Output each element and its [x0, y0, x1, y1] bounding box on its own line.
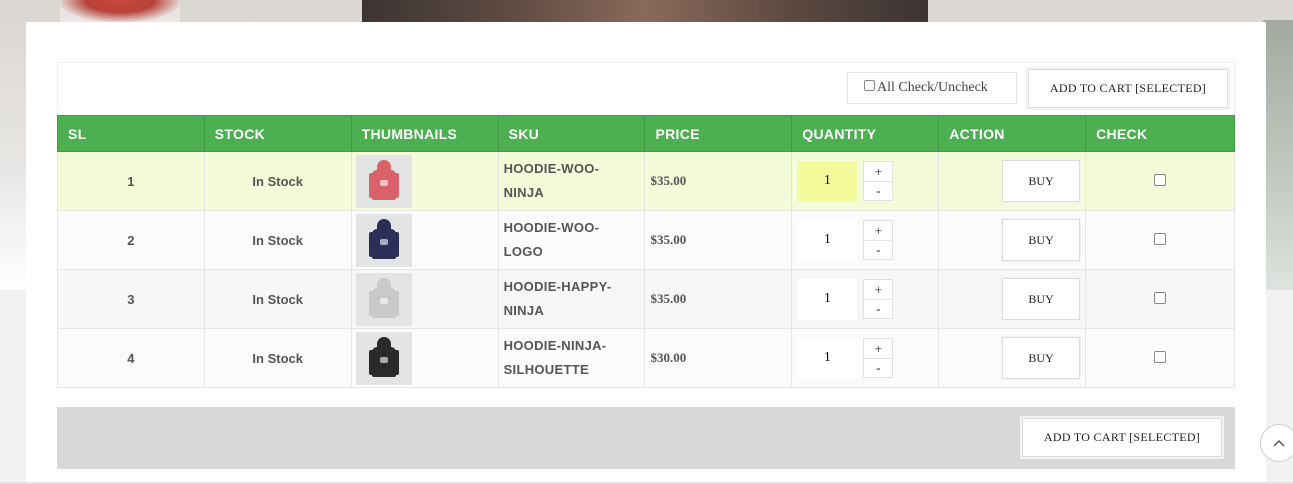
header-action: ACTION: [938, 115, 1087, 152]
sku-text-line-1: HOODIE-HAPPY-: [503, 279, 612, 294]
cell-check: [1085, 151, 1235, 211]
product-thumbnail[interactable]: [355, 154, 412, 208]
cell-sl: 2: [57, 210, 205, 270]
quantity-input[interactable]: 1: [797, 337, 858, 379]
cell-sku: HOODIE-HAPPY- NINJA: [497, 269, 646, 329]
quantity-stepper: + -: [863, 220, 894, 260]
quantity-increase-button[interactable]: +: [864, 162, 892, 181]
sku-text-line-1: HOODIE-NINJA-: [503, 338, 607, 353]
cell-thumbnail: [350, 269, 499, 329]
hero-image-plant: [1263, 20, 1293, 290]
product-table: SL STOCK THUMBNAILS SKU PRICE QUANTITY A…: [57, 115, 1235, 388]
cell-stock-status: In Stock: [203, 328, 352, 388]
cell-stock-status: In Stock: [203, 151, 352, 211]
quantity-stepper: + -: [863, 161, 894, 201]
product-table-panel: All Check/Uncheck ADD TO CART [SELECTED]…: [26, 22, 1266, 484]
cell-thumbnail: [350, 328, 499, 388]
cell-quantity: 1 + -: [791, 151, 940, 211]
cell-quantity: 1 + -: [791, 328, 940, 388]
cell-action: BUY: [938, 328, 1087, 388]
table-row: 4 In Stock HOODIE-NINJA- SILHOUETTE $30.…: [57, 328, 1235, 388]
table-row: 2 In Stock HOODIE-WOO- LOGO $35.00 1 + -: [57, 210, 1235, 270]
cell-action: BUY: [938, 151, 1087, 211]
scroll-to-top-button[interactable]: [1260, 424, 1293, 462]
sku-text-line-1: HOODIE-WOO-: [503, 161, 600, 176]
add-to-cart-selected-button-bottom[interactable]: ADD TO CART [SELECTED]: [1022, 418, 1222, 457]
hero-image-lips: [60, 0, 180, 22]
cell-stock-status: In Stock: [203, 269, 352, 329]
hoodie-icon: [368, 219, 399, 261]
sku-text-line-2: NINJA: [503, 185, 545, 200]
header-stock: STOCK: [203, 115, 352, 152]
hero-image: [362, 0, 928, 22]
chevron-up-icon: [1273, 439, 1285, 447]
quantity-decrease-button[interactable]: -: [864, 299, 893, 318]
cell-quantity: 1 + -: [791, 269, 940, 329]
hoodie-icon: [368, 160, 399, 202]
cell-price: $30.00: [644, 328, 793, 388]
cell-check: [1085, 328, 1235, 388]
header-check: CHECK: [1085, 115, 1235, 152]
hoodie-icon: [368, 337, 399, 379]
cell-sl: 1: [57, 151, 205, 211]
cell-action: BUY: [938, 210, 1087, 270]
table-header-row: SL STOCK THUMBNAILS SKU PRICE QUANTITY A…: [57, 115, 1235, 152]
quantity-input[interactable]: 1: [797, 160, 858, 202]
cell-sku: HOODIE-WOO- LOGO: [497, 210, 646, 270]
row-select-checkbox[interactable]: [1154, 350, 1167, 363]
cell-stock-status: In Stock: [203, 210, 352, 270]
row-select-checkbox[interactable]: [1154, 173, 1167, 186]
quantity-increase-button[interactable]: +: [864, 339, 892, 358]
cell-price: $35.00: [644, 269, 793, 329]
check-all-toggle[interactable]: All Check/Uncheck: [847, 72, 1017, 104]
cell-price: $35.00: [644, 151, 793, 211]
add-to-cart-selected-button-top[interactable]: ADD TO CART [SELECTED]: [1028, 69, 1228, 108]
quantity-input[interactable]: 1: [797, 219, 858, 261]
cell-thumbnail: [350, 151, 499, 211]
header-sl: SL: [57, 115, 205, 152]
buy-button[interactable]: BUY: [1002, 219, 1081, 261]
quantity-stepper: + -: [863, 279, 894, 319]
cell-thumbnail: [350, 210, 499, 270]
check-all-label: All Check/Uncheck: [877, 80, 988, 95]
cell-action: BUY: [938, 269, 1087, 329]
cell-sku: HOODIE-WOO- NINJA: [497, 151, 646, 211]
row-select-checkbox[interactable]: [1154, 232, 1167, 245]
table-row: 1 In Stock HOODIE-WOO- NINJA $35.00 1 + …: [57, 151, 1235, 211]
cell-price: $35.00: [644, 210, 793, 270]
cell-sl: 3: [57, 269, 205, 329]
cell-sl: 4: [57, 328, 205, 388]
table-row: 3 In Stock HOODIE-HAPPY- NINJA $35.00 1 …: [57, 269, 1235, 329]
header-thumbnails: THUMBNAILS: [350, 115, 499, 152]
header-quantity: QUANTITY: [791, 115, 940, 152]
quantity-stepper: + -: [863, 338, 894, 378]
sku-text-line-2: SILHOUETTE: [503, 362, 589, 377]
quantity-increase-button[interactable]: +: [864, 221, 892, 240]
product-thumbnail[interactable]: [355, 272, 412, 326]
quantity-decrease-button[interactable]: -: [864, 358, 893, 377]
product-thumbnail[interactable]: [355, 331, 412, 385]
quantity-decrease-button[interactable]: -: [864, 240, 893, 259]
quantity-decrease-button[interactable]: -: [864, 181, 893, 200]
sku-text-line-1: HOODIE-WOO-: [503, 220, 600, 235]
buy-button[interactable]: BUY: [1002, 278, 1081, 320]
hoodie-icon: [368, 278, 399, 320]
sku-text-line-2: NINJA: [503, 303, 545, 318]
cell-check: [1085, 269, 1235, 329]
header-sku: SKU: [497, 115, 646, 152]
sku-text-line-2: LOGO: [503, 244, 544, 259]
cell-sku: HOODIE-NINJA- SILHOUETTE: [497, 328, 646, 388]
product-thumbnail[interactable]: [355, 213, 412, 267]
quantity-input[interactable]: 1: [797, 278, 858, 320]
buy-button[interactable]: BUY: [1002, 160, 1081, 202]
quantity-increase-button[interactable]: +: [864, 280, 892, 299]
check-all-checkbox[interactable]: [864, 79, 875, 91]
cell-quantity: 1 + -: [791, 210, 940, 270]
header-price: PRICE: [644, 115, 793, 152]
buy-button[interactable]: BUY: [1002, 337, 1081, 379]
cell-check: [1085, 210, 1235, 270]
row-select-checkbox[interactable]: [1154, 291, 1167, 304]
